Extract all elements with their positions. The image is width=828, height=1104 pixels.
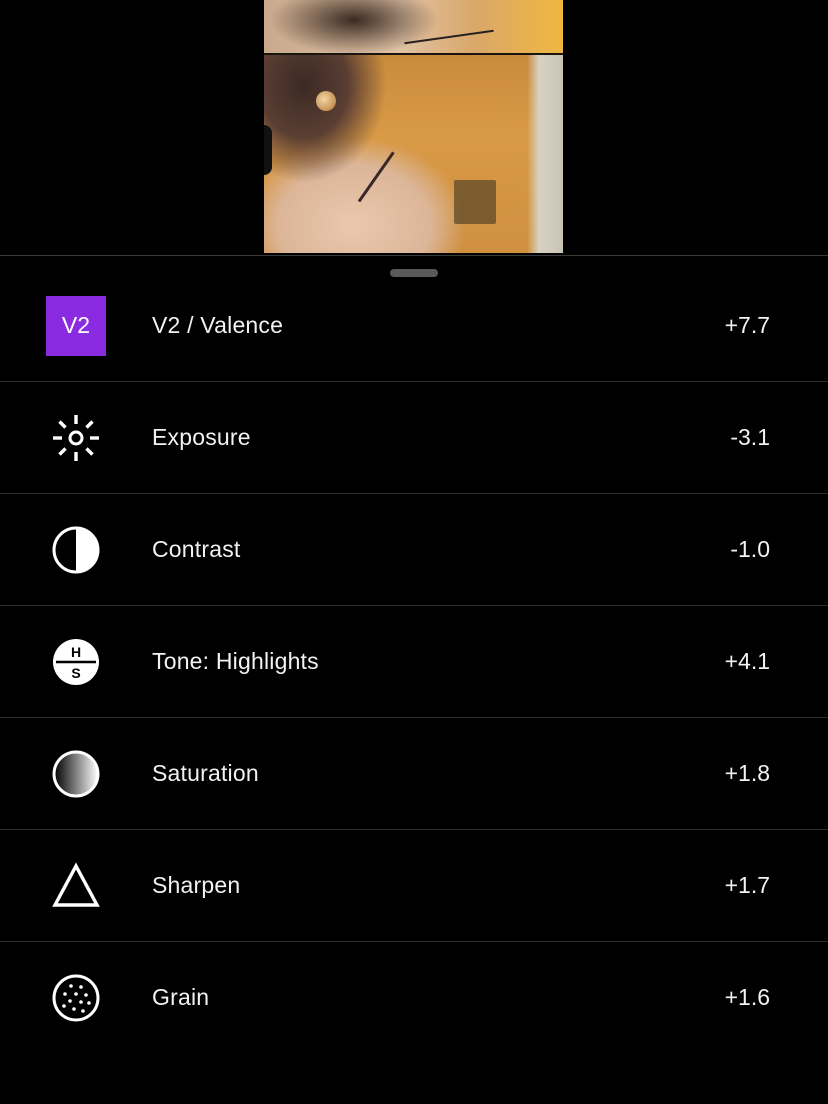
adjustment-value: +1.6	[724, 984, 770, 1010]
adjustment-value: +4.1	[724, 648, 770, 674]
photo-detail	[404, 29, 494, 45]
adjustments-list: V2 V2 / Valence +7.7 Exposure -3.1 Contr…	[0, 270, 828, 1053]
v2-badge-icon: V2	[46, 295, 106, 356]
tone-hs-icon: H S	[46, 632, 106, 692]
photo-detail	[316, 91, 336, 111]
contrast-half-circle-icon	[46, 520, 106, 580]
photo-detail	[264, 125, 272, 175]
photo-detail	[454, 180, 496, 224]
editor-screen: V2 V2 / Valence +7.7 Exposure -3.1 Contr…	[0, 0, 828, 1104]
adjustment-value: +1.7	[724, 872, 770, 898]
adjustment-row-saturation[interactable]: Saturation +1.8	[0, 718, 828, 830]
adjustment-row-sharpen[interactable]: Sharpen +1.7	[0, 830, 828, 942]
photo-preview[interactable]	[264, 0, 563, 253]
adjustment-row-contrast[interactable]: Contrast -1.0	[0, 494, 828, 606]
adjustment-label: Contrast	[152, 536, 241, 562]
adjustment-label: V2 / Valence	[152, 312, 284, 338]
v2-badge: V2	[46, 295, 106, 356]
adjustment-label: Saturation	[152, 760, 259, 786]
adjustment-value: +7.7	[724, 312, 770, 338]
adjustment-value: -1.0	[730, 536, 770, 562]
exposure-sun-icon	[46, 408, 106, 468]
adjustment-value: +1.8	[724, 760, 770, 786]
tone-icon-h: H	[71, 644, 81, 660]
saturation-gradient-icon	[46, 744, 106, 804]
sharpen-triangle-icon	[46, 856, 106, 916]
photo-preview-main	[264, 55, 563, 253]
tone-icon-s: S	[71, 665, 80, 681]
adjustment-label: Grain	[152, 984, 210, 1010]
photo-detail	[264, 55, 454, 253]
photo-preview-top	[264, 0, 563, 53]
adjustment-label: Exposure	[152, 424, 251, 450]
adjustment-value: -3.1	[730, 424, 770, 450]
adjustment-label: Tone: Highlights	[152, 648, 319, 674]
adjustment-row-exposure[interactable]: Exposure -3.1	[0, 382, 828, 494]
adjustment-row-v2-valence[interactable]: V2 V2 / Valence +7.7	[0, 270, 828, 382]
adjustment-label: Sharpen	[152, 872, 241, 898]
adjustments-sheet: V2 V2 / Valence +7.7 Exposure -3.1 Contr…	[0, 255, 828, 1104]
v2-badge-text: V2	[61, 312, 91, 338]
adjustment-row-tone-highlights[interactable]: H S Tone: Highlights +4.1	[0, 606, 828, 718]
grain-dots-icon	[46, 968, 106, 1028]
adjustment-row-grain[interactable]: Grain +1.6	[0, 942, 828, 1053]
